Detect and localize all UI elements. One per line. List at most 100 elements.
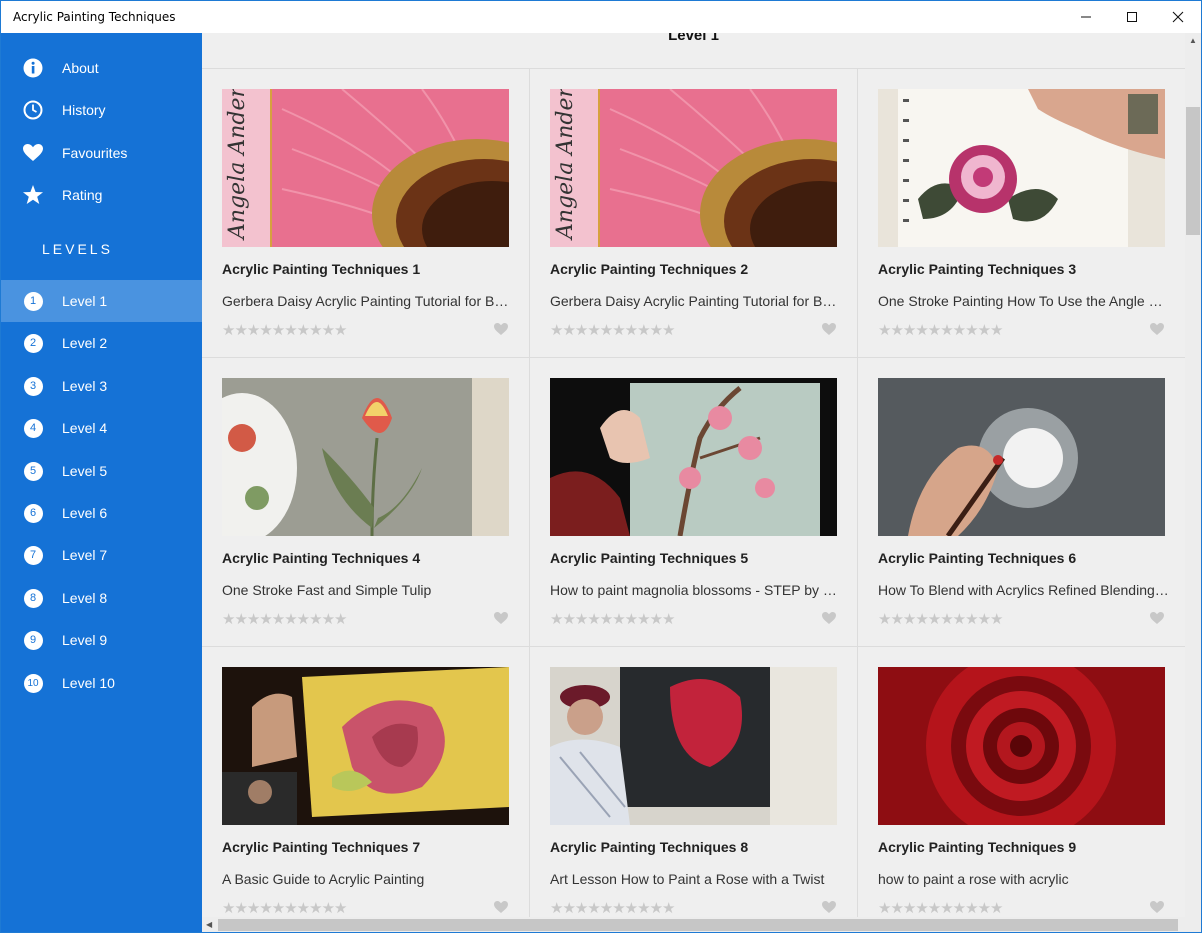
video-card[interactable]: Acrylic Painting Techniques 4 One Stroke… bbox=[202, 358, 530, 647]
tulip-painting-image bbox=[222, 378, 509, 536]
video-description: One Stroke Painting How To Use the Angle… bbox=[878, 293, 1170, 309]
rating-stars[interactable]: ★★★★★★★★★★ bbox=[222, 321, 347, 339]
sidebar-item-level-8[interactable]: 8 Level 8 bbox=[1, 577, 202, 619]
video-thumbnail[interactable] bbox=[878, 89, 1165, 247]
window-title: Acrylic Painting Techniques bbox=[13, 10, 176, 24]
video-thumbnail[interactable] bbox=[878, 378, 1165, 536]
rose-lesson-image bbox=[550, 667, 837, 825]
scrollbar-thumb[interactable] bbox=[1186, 107, 1200, 235]
video-thumbnail[interactable] bbox=[878, 667, 1165, 825]
scrollbar-thumb[interactable] bbox=[218, 919, 1178, 931]
rating-stars[interactable]: ★★★★★★★★★★ bbox=[550, 321, 675, 339]
sidebar-item-level-2[interactable]: 2 Level 2 bbox=[1, 322, 202, 364]
video-description: How To Blend with Acrylics Refined Blend… bbox=[878, 582, 1170, 598]
sidebar-item-label: Level 1 bbox=[62, 293, 108, 309]
favourite-heart-icon[interactable] bbox=[493, 611, 509, 630]
video-thumbnail[interactable]: Angela Anderson bbox=[222, 89, 509, 247]
level-number: 9 bbox=[23, 630, 43, 650]
content-area[interactable]: Level 1 Angela Anderson Acrylic Painting… bbox=[202, 33, 1185, 917]
sidebar-item-level-1[interactable]: 1 Level 1 bbox=[1, 280, 202, 322]
rating-stars[interactable]: ★★★★★★★★★★ bbox=[878, 610, 1003, 628]
favourite-heart-icon[interactable] bbox=[821, 611, 837, 630]
video-thumbnail[interactable] bbox=[550, 667, 837, 825]
sidebar-item-level-3[interactable]: 3 Level 3 bbox=[1, 365, 202, 407]
video-thumbnail[interactable] bbox=[550, 378, 837, 536]
video-thumbnail[interactable] bbox=[222, 667, 509, 825]
level-number: 1 bbox=[23, 291, 43, 311]
sidebar-item-label: Rating bbox=[62, 187, 103, 203]
title-bar[interactable]: Acrylic Painting Techniques bbox=[1, 1, 1201, 33]
blending-painting-image bbox=[878, 378, 1165, 536]
red-rose-image bbox=[878, 667, 1165, 825]
rating-stars[interactable]: ★★★★★★★★★★ bbox=[222, 610, 347, 628]
sidebar-item-level-4[interactable]: 4 Level 4 bbox=[1, 407, 202, 449]
scroll-left-icon[interactable]: ◀ bbox=[206, 920, 212, 929]
sidebar-item-label: Level 9 bbox=[62, 632, 108, 648]
sidebar-item-level-7[interactable]: 7 Level 7 bbox=[1, 534, 202, 576]
video-description: A Basic Guide to Acrylic Painting bbox=[222, 871, 425, 887]
video-card[interactable]: Angela Anderson Acrylic Painting Techniq… bbox=[530, 69, 858, 358]
sidebar-item-label: Level 2 bbox=[62, 335, 108, 351]
video-thumbnail[interactable]: Angela Anderson bbox=[550, 89, 837, 247]
level-number: 3 bbox=[23, 376, 43, 396]
sidebar-item-label: Favourites bbox=[62, 145, 128, 161]
sidebar-item-about[interactable]: About bbox=[1, 47, 202, 89]
video-description: How to paint magnolia blossoms - STEP by… bbox=[550, 582, 842, 598]
sidebar-item-level-6[interactable]: 6 Level 6 bbox=[1, 492, 202, 534]
video-thumbnail[interactable] bbox=[222, 378, 509, 536]
close-button[interactable] bbox=[1155, 1, 1201, 33]
svg-text:Angela Anderson: Angela Anderson bbox=[553, 89, 578, 241]
level-4-badge: 4 bbox=[22, 417, 44, 439]
sidebar-item-label: Level 10 bbox=[62, 675, 115, 691]
maximize-button[interactable] bbox=[1109, 1, 1155, 33]
favourite-heart-icon[interactable] bbox=[493, 322, 509, 341]
video-card[interactable]: Acrylic Painting Techniques 7 A Basic Gu… bbox=[202, 647, 530, 917]
level-10-badge: 10 bbox=[22, 672, 44, 694]
svg-text:Angela Anderson: Angela Anderson bbox=[225, 89, 250, 241]
level-number: 6 bbox=[23, 503, 43, 523]
page-title: Level 1 bbox=[668, 33, 719, 44]
sidebar-item-level-5[interactable]: 5 Level 5 bbox=[1, 450, 202, 492]
scroll-up-icon[interactable]: ▲ bbox=[1189, 36, 1197, 45]
sidebar-item-level-9[interactable]: 9 Level 9 bbox=[1, 619, 202, 661]
video-title: Acrylic Painting Techniques 5 bbox=[550, 550, 749, 566]
sidebar-item-rating[interactable]: Rating bbox=[1, 174, 202, 216]
favourite-heart-icon[interactable] bbox=[493, 900, 509, 917]
favourite-heart-icon[interactable] bbox=[821, 322, 837, 341]
video-description: One Stroke Fast and Simple Tulip bbox=[222, 582, 432, 598]
sidebar-item-label: Level 4 bbox=[62, 420, 108, 436]
clock-icon bbox=[22, 99, 44, 121]
vertical-scrollbar[interactable]: ▲ bbox=[1185, 33, 1201, 917]
level-3-badge: 3 bbox=[22, 375, 44, 397]
levels-heading: LEVELS bbox=[42, 241, 113, 257]
favourite-heart-icon[interactable] bbox=[821, 900, 837, 917]
video-description: Gerbera Daisy Acrylic Painting Tutorial … bbox=[222, 293, 514, 309]
video-card[interactable]: Acrylic Painting Techniques 9 how to pai… bbox=[858, 647, 1185, 917]
rating-stars[interactable]: ★★★★★★★★★★ bbox=[222, 899, 347, 917]
video-card[interactable]: Acrylic Painting Techniques 6 How To Ble… bbox=[858, 358, 1185, 647]
minimize-button[interactable] bbox=[1063, 1, 1109, 33]
favourite-heart-icon[interactable] bbox=[1149, 611, 1165, 630]
video-card[interactable]: Acrylic Painting Techniques 3 One Stroke… bbox=[858, 69, 1185, 358]
level-7-badge: 7 bbox=[22, 544, 44, 566]
video-card[interactable]: Angela Anderson Acrylic Painting Techniq… bbox=[202, 69, 530, 358]
sidebar-item-label: Level 6 bbox=[62, 505, 108, 521]
rating-stars[interactable]: ★★★★★★★★★★ bbox=[550, 610, 675, 628]
rating-stars[interactable]: ★★★★★★★★★★ bbox=[550, 899, 675, 917]
favourite-heart-icon[interactable] bbox=[1149, 322, 1165, 341]
video-card[interactable]: Acrylic Painting Techniques 5 How to pai… bbox=[530, 358, 858, 647]
app-window: Acrylic Painting Techniques About Histor… bbox=[0, 0, 1202, 933]
video-title: Acrylic Painting Techniques 6 bbox=[878, 550, 1077, 566]
level-5-badge: 5 bbox=[22, 460, 44, 482]
video-card[interactable]: Acrylic Painting Techniques 8 Art Lesson… bbox=[530, 647, 858, 917]
rating-stars[interactable]: ★★★★★★★★★★ bbox=[878, 321, 1003, 339]
favourite-heart-icon[interactable] bbox=[1149, 900, 1165, 917]
video-description: Gerbera Daisy Acrylic Painting Tutorial … bbox=[550, 293, 842, 309]
video-title: Acrylic Painting Techniques 4 bbox=[222, 550, 421, 566]
horizontal-scrollbar[interactable]: ◀ bbox=[202, 917, 1201, 932]
info-icon bbox=[22, 57, 44, 79]
sidebar-item-level-10[interactable]: 10 Level 10 bbox=[1, 662, 202, 704]
sidebar-item-history[interactable]: History bbox=[1, 89, 202, 131]
rating-stars[interactable]: ★★★★★★★★★★ bbox=[878, 899, 1003, 917]
sidebar-item-favourites[interactable]: Favourites bbox=[1, 132, 202, 174]
